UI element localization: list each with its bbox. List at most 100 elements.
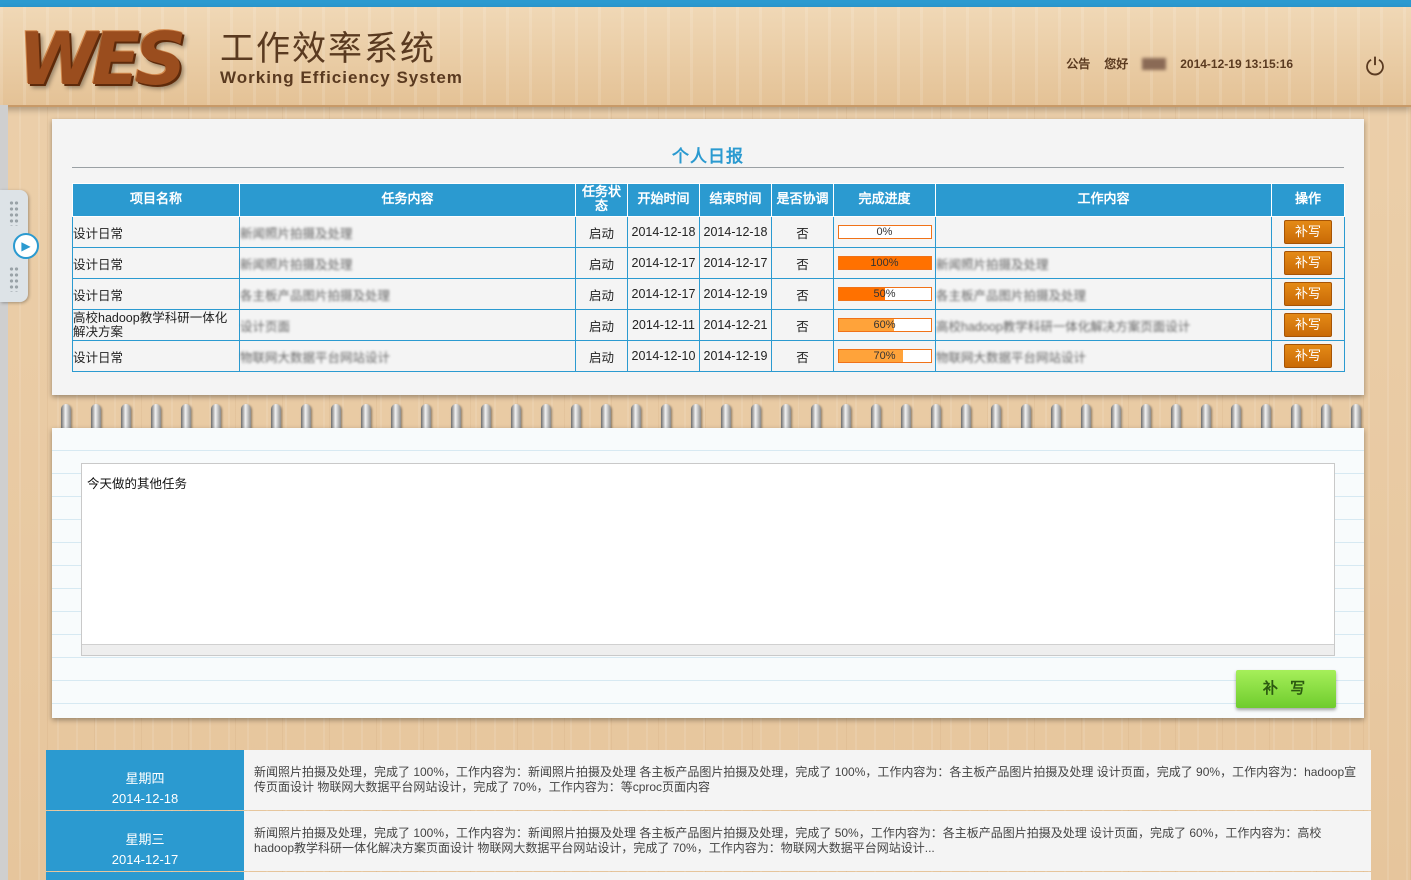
cell-start: 2014-12-17 xyxy=(627,247,700,279)
other-tasks-notebook: 今天做的其他任务 补 写 xyxy=(52,428,1364,718)
play-icon[interactable]: ▶ xyxy=(13,233,39,259)
col-header: 任务内容 xyxy=(239,183,576,217)
table-row: 设计日常 新闻照片拍摄及处理 启动 2014-12-18 2014-12-18 否 0% 补写 xyxy=(72,216,1345,248)
cell-start: 2014-12-10 xyxy=(627,340,700,372)
task-text: 新闻照片拍摄及处理 xyxy=(240,226,353,241)
cell-end: 2014-12-21 xyxy=(699,309,772,341)
col-header: 工作内容 xyxy=(935,183,1272,217)
app-header: WES 工作效率系统 Working Efficiency System 公告 … xyxy=(0,7,1411,107)
cell-status: 启动 xyxy=(575,247,628,279)
cell-coordinate: 否 xyxy=(771,216,834,248)
progress-bar: 0% xyxy=(837,225,932,239)
cell-project: 设计日常 xyxy=(72,247,240,279)
content-text: 高校hadoop教学科研一体化解决方案页面设计 xyxy=(936,319,1191,334)
cell-content: 物联网大数据平台网站设计 xyxy=(935,340,1272,372)
history-day-label[interactable]: 星期三 2014-12-17 xyxy=(46,811,244,871)
history-day-label[interactable]: 星期四 2014-12-18 xyxy=(46,750,244,810)
other-tasks-textarea[interactable]: 今天做的其他任务 xyxy=(81,463,1335,656)
task-text: 新闻照片拍摄及处理 xyxy=(240,257,353,272)
header-user-area: 公告 您好 2014-12-19 13:15:16 xyxy=(1066,55,1293,72)
user-name xyxy=(1142,57,1167,70)
table-row: 设计日常 各主板产品图片拍摄及处理 启动 2014-12-17 2014-12-19 否 5… xyxy=(72,278,1345,310)
cell-end: 2014-12-19 xyxy=(699,278,772,310)
cell-status: 启动 xyxy=(575,309,628,341)
cell-coordinate: 否 xyxy=(771,247,834,279)
cell-content: 新闻照片拍摄及处理 xyxy=(935,247,1272,279)
cell-action: 补写 xyxy=(1271,216,1345,248)
progress-bar: 50% xyxy=(837,287,932,301)
sidebar-toggle-handle[interactable]: ▶ xyxy=(0,190,39,302)
announcement-link[interactable]: 公告 xyxy=(1066,55,1090,72)
cell-status: 启动 xyxy=(575,278,628,310)
progress-label: 70% xyxy=(873,350,896,362)
task-table: 项目名称 任务内容 任务状态 开始时间 结束时间 是否协调 完成进度 工作内容 … xyxy=(72,183,1345,372)
cell-task: 设计页面 xyxy=(239,309,576,341)
content-text: 各主板产品图片拍摄及处理 xyxy=(936,288,1087,303)
cell-action: 补写 xyxy=(1271,340,1345,372)
cell-action: 补写 xyxy=(1271,247,1345,279)
top-accent-bar xyxy=(0,0,1411,7)
cell-end: 2014-12-18 xyxy=(699,216,772,248)
progress-label: 0% xyxy=(876,226,893,238)
cell-project: 设计日常 xyxy=(72,216,240,248)
fill-in-button[interactable]: 补写 xyxy=(1284,220,1332,244)
cell-progress: 0% xyxy=(833,216,936,248)
progress-label: 100% xyxy=(870,257,899,269)
cell-end: 2014-12-19 xyxy=(699,340,772,372)
cell-task: 新闻照片拍摄及处理 xyxy=(239,247,576,279)
cell-start: 2014-12-11 xyxy=(627,309,700,341)
app-title-cn: 工作效率系统 xyxy=(220,29,436,69)
col-header: 操作 xyxy=(1271,183,1345,217)
fill-in-button[interactable]: 补写 xyxy=(1284,251,1332,275)
logout-power-icon[interactable]: ⏻ xyxy=(1362,55,1388,81)
cell-project: 设计日常 xyxy=(72,340,240,372)
history-weekday: 星期三 xyxy=(125,832,165,847)
history-row-partial xyxy=(46,872,1371,880)
panel-divider xyxy=(72,167,1344,168)
content-text: 物联网大数据平台网站设计 xyxy=(936,350,1087,365)
cell-start: 2014-12-18 xyxy=(627,216,700,248)
table-header-row: 项目名称 任务内容 任务状态 开始时间 结束时间 是否协调 完成进度 工作内容 … xyxy=(72,183,1345,217)
history-summary: 新闻照片拍摄及处理，完成了 100%，工作内容为：新闻照片拍摄及处理 各主板产品… xyxy=(244,750,1371,810)
history-weekday: 星期四 xyxy=(125,771,165,786)
progress-label: 50% xyxy=(873,288,896,300)
cell-coordinate: 否 xyxy=(771,340,834,372)
cell-status: 启动 xyxy=(575,340,628,372)
fill-in-button[interactable]: 补写 xyxy=(1284,313,1332,337)
cell-action: 补写 xyxy=(1271,309,1345,341)
fill-in-button[interactable]: 补写 xyxy=(1284,344,1332,368)
history-row: 星期三 2014-12-17 新闻照片拍摄及处理，完成了 100%，工作内容为：… xyxy=(46,811,1371,871)
other-tasks-text: 今天做的其他任务 xyxy=(87,477,188,491)
cell-task: 新闻照片拍摄及处理 xyxy=(239,216,576,248)
cell-content xyxy=(935,216,1272,248)
cell-end: 2014-12-17 xyxy=(699,247,772,279)
cell-coordinate: 否 xyxy=(771,309,834,341)
cell-project: 高校hadoop教学科研一体化解决方案 xyxy=(72,309,240,341)
history-summary xyxy=(244,872,1371,880)
table-row: 设计日常 新闻照片拍摄及处理 启动 2014-12-17 2014-12-17 否 100%… xyxy=(72,247,1345,279)
cell-progress: 100% xyxy=(833,247,936,279)
progress-bar: 100% xyxy=(837,256,932,270)
cell-progress: 60% xyxy=(833,309,936,341)
app-title-en: Working Efficiency System xyxy=(220,68,463,87)
submit-other-tasks-button[interactable]: 补 写 xyxy=(1236,670,1336,708)
cell-task: 各主板产品图片拍摄及处理 xyxy=(239,278,576,310)
col-header: 项目名称 xyxy=(72,183,240,217)
cell-content: 各主板产品图片拍摄及处理 xyxy=(935,278,1272,310)
current-datetime: 2014-12-19 13:15:16 xyxy=(1180,56,1293,71)
fill-in-button[interactable]: 补写 xyxy=(1284,282,1332,306)
task-text: 设计页面 xyxy=(240,319,291,334)
grip-icon xyxy=(9,266,19,292)
greeting-text: 您好 xyxy=(1104,57,1129,71)
history-date: 2014-12-18 xyxy=(111,791,179,806)
daily-report-panel: 个人日报 项目名称 任务内容 任务状态 开始时间 结束时间 是否协调 完成进度 … xyxy=(52,119,1364,395)
table-row: 高校hadoop教学科研一体化解决方案 设计页面 启动 2014-12-11 2014-… xyxy=(72,309,1345,341)
col-header: 任务状态 xyxy=(575,183,628,217)
col-header: 是否协调 xyxy=(771,183,834,217)
cell-project: 设计日常 xyxy=(72,278,240,310)
cell-task: 物联网大数据平台网站设计 xyxy=(239,340,576,372)
col-header: 结束时间 xyxy=(699,183,772,217)
panel-title: 个人日报 xyxy=(672,147,744,166)
col-header: 开始时间 xyxy=(627,183,700,217)
grip-icon xyxy=(9,200,19,226)
